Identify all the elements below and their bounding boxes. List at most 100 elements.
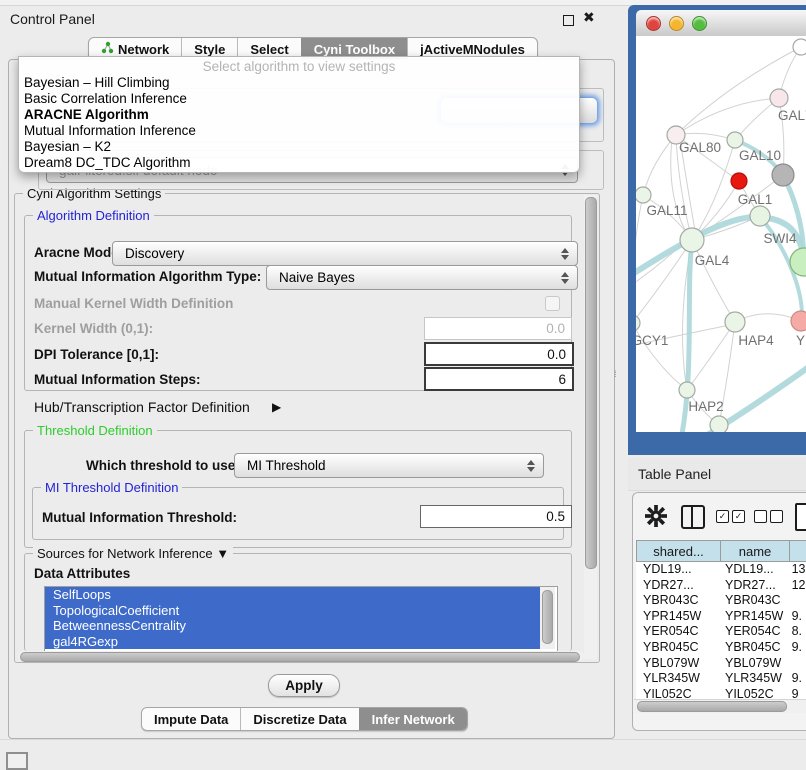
table-cell: YIL052C	[718, 687, 785, 699]
settings-hscrollbar-thumb[interactable]	[20, 652, 580, 662]
attribute-item-selfloops[interactable]: SelfLoops	[45, 587, 549, 603]
attribute-item-topologicalcoefficient[interactable]: TopologicalCoefficient	[45, 603, 549, 619]
dpi-tolerance-value: 0.0	[547, 347, 566, 362]
table-cell: YDL19...	[636, 562, 718, 578]
deselect-checkboxes-icon[interactable]	[754, 510, 783, 523]
dropdown-placeholder: Select algorithm to view settings	[19, 59, 579, 75]
attributes-scrollbar-thumb[interactable]	[542, 590, 553, 644]
table-cell: 9	[785, 687, 806, 699]
network-node[interactable]	[793, 39, 806, 55]
table-row[interactable]: YPR145WYPR145W9.	[636, 609, 806, 625]
expand-arrow-icon[interactable]: ▶	[272, 400, 281, 414]
table-row[interactable]: YLR345WYLR345W9.	[636, 671, 806, 687]
network-node-gal1[interactable]	[731, 173, 747, 189]
table-header-row: shared...name	[636, 540, 806, 562]
manual-kernel-checkbox[interactable]	[545, 296, 560, 311]
tab-discretize-data[interactable]: Discretize Data	[240, 708, 358, 730]
table-row[interactable]: YBL079WYBL079W	[636, 656, 806, 672]
table-cell: 13	[785, 562, 806, 578]
table-hscrollbar-thumb[interactable]	[637, 701, 787, 712]
node-label: GCY1	[636, 333, 668, 348]
aracne-mode-combo[interactable]: Discovery	[112, 241, 578, 266]
mac-close-button[interactable]	[646, 16, 661, 31]
splitter-handle-icon[interactable]: ⁞	[614, 369, 617, 379]
split-columns-icon[interactable]	[681, 505, 705, 529]
tab-infer-network[interactable]: Infer Network	[359, 708, 467, 730]
network-edge	[676, 98, 779, 135]
tab-impute-data[interactable]: Impute Data	[142, 708, 240, 730]
table-panel-title: Table Panel	[638, 466, 711, 482]
mi-type-label: Mutual Information Algorithm Type:	[34, 269, 261, 284]
kernel-width-value: 0.0	[546, 321, 565, 336]
collapse-arrow-icon[interactable]: ▼	[216, 546, 229, 561]
mi-threshold-group-title: MI Threshold Definition	[41, 480, 182, 495]
node-label: GAL10	[739, 148, 781, 163]
combo-stepper-icon	[561, 272, 569, 284]
mi-threshold-label: Mutual Information Threshold:	[42, 510, 237, 525]
dropdown-item-basic-correlation-inference[interactable]: Basic Correlation Inference	[19, 91, 579, 107]
table-cell: YDL19...	[718, 562, 785, 578]
table-row[interactable]: YDL19...YDL19...13	[636, 562, 806, 578]
app-root: { "control_panel": { "title": "Control P…	[0, 0, 806, 762]
attribute-item-betweennesscentrality[interactable]: BetweennessCentrality	[45, 618, 549, 634]
settings-gear-icon[interactable]	[645, 505, 667, 527]
network-node-gcy1[interactable]	[636, 315, 640, 331]
dropdown-item-bayesian-k2[interactable]: Bayesian – K2	[19, 139, 579, 155]
close-panel-icon[interactable]: ✖	[583, 9, 595, 26]
table-row[interactable]: YIL052CYIL052C9	[636, 687, 806, 699]
node-label: HAP4	[738, 333, 774, 348]
hub-definition-label: Hub/Transcription Factor Definition	[34, 399, 250, 415]
network-node-hap2[interactable]	[679, 382, 695, 398]
column-header-name[interactable]: name	[721, 540, 790, 562]
new-table-icon[interactable]	[795, 503, 806, 531]
network-icon	[101, 41, 114, 57]
network-node-gal11[interactable]	[636, 187, 651, 203]
mac-zoom-button[interactable]	[692, 16, 707, 31]
aracne-mode-value: Discovery	[125, 246, 184, 261]
select-all-checkboxes-icon[interactable]: ✓✓	[716, 510, 745, 523]
kernel-width-field[interactable]: 0.0	[424, 317, 572, 340]
aracne-mode-label: Aracne Mode:	[34, 245, 123, 260]
manual-kernel-label: Manual Kernel Width Definition	[34, 296, 233, 311]
which-threshold-combo[interactable]: MI Threshold	[234, 453, 544, 478]
network-node-gal4[interactable]	[680, 228, 704, 252]
attribute-item-gal4rgexp[interactable]: gal4RGexp	[45, 634, 549, 650]
which-threshold-value: MI Threshold	[247, 458, 326, 473]
table-cell: YBR043C	[718, 593, 785, 609]
table-cell: YDR27...	[636, 578, 718, 594]
dropdown-item-dream8-dc-tdc-algorithm[interactable]: Dream8 DC_TDC Algorithm	[19, 155, 579, 171]
table-row[interactable]: YER054CYER054C8.	[636, 624, 806, 640]
network-node[interactable]	[772, 164, 794, 186]
float-panel-icon[interactable]	[563, 15, 574, 26]
mi-type-combo[interactable]: Naive Bayes	[266, 265, 578, 290]
network-node-hap4[interactable]	[725, 312, 745, 332]
dpi-tolerance-field[interactable]: 0.0	[424, 342, 574, 366]
settings-scrollbar-thumb[interactable]	[585, 197, 597, 569]
network-node-gal7[interactable]	[770, 89, 788, 107]
dropdown-item-aracne-algorithm[interactable]: ARACNE Algorithm	[19, 107, 579, 123]
mi-threshold-value: 0.5	[546, 509, 565, 524]
network-node-y[interactable]	[791, 311, 806, 331]
network-canvas[interactable]: GAL7GAL80GAL10GAL1GAL11SWI4GAL4GCY1HAP4Y…	[636, 36, 806, 432]
table-row[interactable]: YDR27...YDR27...12	[636, 578, 806, 594]
table-row[interactable]: YBR045CYBR045C9.	[636, 640, 806, 656]
mac-minimize-button[interactable]	[669, 16, 684, 31]
node-label: HAP2	[688, 399, 723, 414]
column-header-shared[interactable]: shared...	[636, 540, 721, 562]
network-window-titlebar[interactable]	[636, 10, 806, 37]
table-cell: YER054C	[636, 624, 718, 640]
network-node-gal10[interactable]	[727, 132, 743, 148]
table-cell: YPR145W	[718, 609, 785, 625]
network-graph[interactable]: GAL7GAL80GAL10GAL1GAL11SWI4GAL4GCY1HAP4Y…	[636, 36, 806, 432]
node-label: GAL1	[738, 192, 773, 207]
dropdown-item-bayesian-hill-climbing[interactable]: Bayesian – Hill Climbing	[19, 75, 579, 91]
network-node[interactable]	[710, 416, 728, 432]
apply-button[interactable]: Apply	[268, 674, 340, 697]
dropdown-item-mutual-information-inference[interactable]: Mutual Information Inference	[19, 123, 579, 139]
table-cell: 8.	[785, 624, 806, 640]
table-row[interactable]: YBR043CYBR043C	[636, 593, 806, 609]
mi-steps-field[interactable]: 6	[424, 367, 574, 391]
column-header-extra[interactable]	[790, 540, 806, 562]
network-node-swi4[interactable]	[750, 206, 770, 226]
mi-threshold-field[interactable]: 0.5	[420, 505, 572, 528]
